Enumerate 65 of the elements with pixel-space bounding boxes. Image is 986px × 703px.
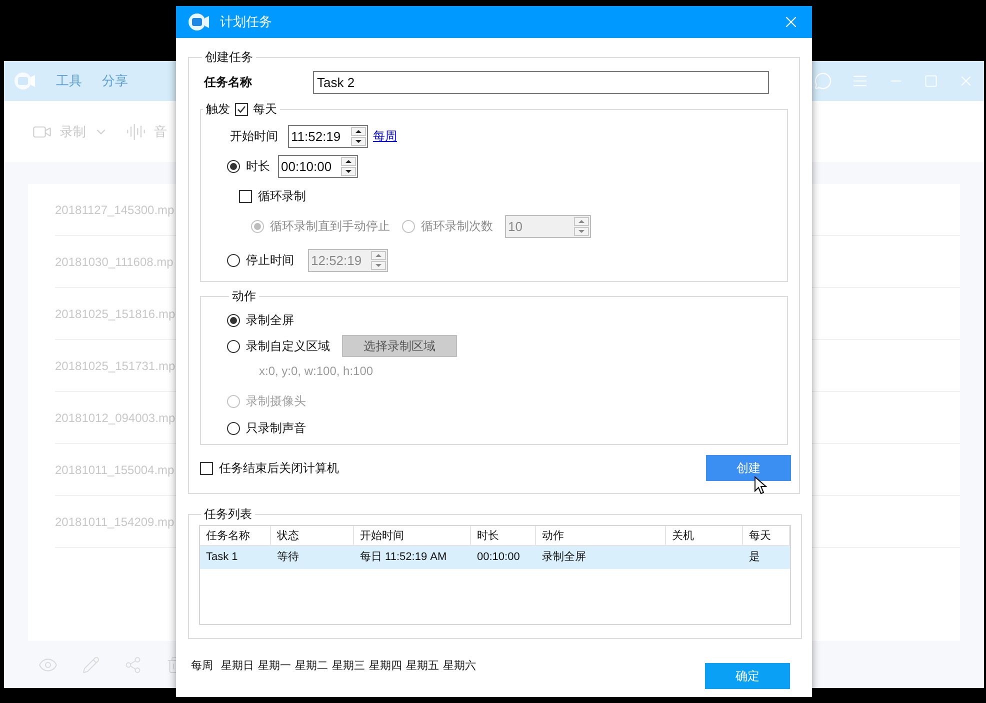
- weekday-option[interactable]: 星期一: [258, 658, 291, 674]
- chat-icon[interactable]: [814, 72, 832, 90]
- share-icon[interactable]: [124, 656, 142, 674]
- radio-button[interactable]: [227, 422, 240, 434]
- column-header[interactable]: 关机: [666, 526, 743, 545]
- column-header[interactable]: 任务名称: [200, 526, 271, 545]
- time-spinner-field[interactable]: 11:52:19: [288, 124, 368, 148]
- checkbox-label: 循环录制: [258, 188, 306, 205]
- task-name-label: 任务名称: [204, 74, 253, 91]
- weekday-option[interactable]: 星期二: [295, 658, 328, 674]
- weekday-option[interactable]: 星期日: [221, 658, 254, 674]
- weekday-option[interactable]: 星期四: [369, 658, 402, 674]
- camera-logo-icon: [188, 12, 210, 32]
- group-title: 任务列表: [203, 506, 253, 523]
- radio-label: 录制全屏: [246, 312, 294, 329]
- spin-arrows-icon[interactable]: [341, 156, 356, 176]
- checkbox[interactable]: [239, 190, 252, 202]
- menu-icon[interactable]: [852, 73, 868, 89]
- weekly-label: 每周: [191, 659, 213, 674]
- radio-button[interactable]: [227, 254, 240, 266]
- weekday-option[interactable]: 星期三: [332, 658, 365, 674]
- group-title: 创建任务: [204, 49, 254, 66]
- radio-button[interactable]: [227, 340, 240, 352]
- table-cell-text: 等待: [277, 550, 299, 566]
- table-cell-text: Task 1: [206, 550, 238, 566]
- maximize-icon[interactable]: [924, 74, 938, 88]
- radio-button[interactable]: [227, 160, 240, 172]
- spin-arrows-icon[interactable]: [351, 126, 366, 146]
- checkbox-label: 每天: [253, 101, 277, 118]
- radio-button[interactable]: [227, 314, 240, 326]
- group-title: 动作: [231, 288, 257, 305]
- time-spinner-field[interactable]: 00:10:00: [278, 154, 358, 178]
- table-cell-text: 录制全屏: [542, 550, 586, 566]
- weekly-link[interactable]: 每周: [373, 127, 397, 145]
- weekday-option[interactable]: 星期六: [443, 658, 476, 674]
- table-cell-text: 是: [749, 550, 760, 566]
- radio-label: 录制摄像头: [246, 393, 306, 410]
- table-cell-text: 00:10:00: [477, 550, 520, 566]
- radio-label: 只录制声音: [246, 420, 306, 437]
- column-header[interactable]: 时长: [471, 526, 536, 545]
- table-cell-text: 每日 11:52:19 AM: [360, 550, 447, 566]
- column-header[interactable]: 动作: [536, 526, 666, 545]
- group-title: 触发: [206, 101, 230, 118]
- camera-logo-icon: [14, 71, 36, 91]
- radio-label: 循环录制直到手动停止: [270, 218, 390, 235]
- start-time-label: 开始时间: [230, 128, 279, 145]
- task-name-field[interactable]: Task 2: [313, 70, 769, 94]
- checkbox[interactable]: [200, 462, 213, 474]
- region-coordinates: x:0, y:0, w:100, h:100: [259, 363, 374, 380]
- checkbox-label: 任务结束后关闭计算机: [219, 460, 339, 477]
- weekday-option[interactable]: 星期五: [406, 658, 439, 674]
- column-header[interactable]: 每天: [743, 526, 790, 545]
- sound-wave-icon[interactable]: [126, 122, 146, 142]
- radio-label: 停止时间: [246, 252, 295, 269]
- radio-label: 录制自定义区域: [246, 338, 330, 355]
- pencil-icon[interactable]: [82, 656, 100, 674]
- task-row[interactable]: Task 1 等待 每日 11:52:19 AM 00:10:00 录制全屏 是: [200, 546, 790, 569]
- column-header[interactable]: 状态: [271, 526, 354, 545]
- mouse-cursor-icon: [754, 476, 767, 495]
- dialog-title: 计划任务: [220, 13, 272, 32]
- column-header[interactable]: 开始时间: [354, 526, 471, 545]
- radio-label: 时长: [246, 158, 271, 175]
- select-region-button[interactable]: 选择录制区域: [342, 335, 457, 357]
- checkbox[interactable]: [235, 102, 248, 116]
- radio-label: 循环录制次数: [421, 218, 493, 235]
